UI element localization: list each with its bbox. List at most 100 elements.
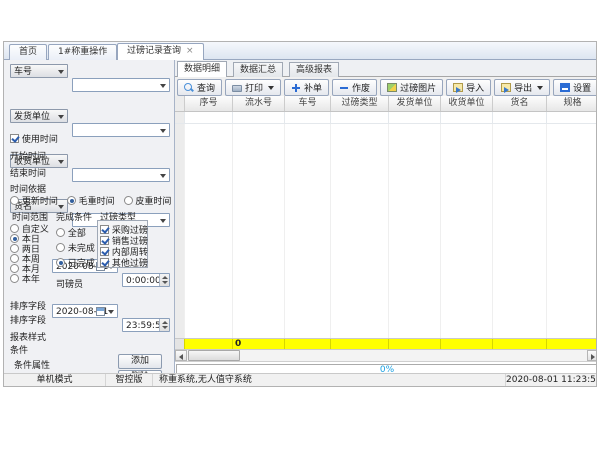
radio-icon [10, 264, 19, 273]
radio-icon [56, 243, 65, 252]
field-filter-1-name-combo[interactable]: 车号 [10, 64, 68, 78]
checkbox-icon [100, 258, 109, 267]
scroll-left-arrow-icon[interactable] [175, 350, 187, 361]
calendar-icon [96, 307, 105, 316]
settings-button[interactable]: 设置 [553, 79, 597, 96]
radio-completed[interactable]: 已完成 [56, 256, 95, 271]
tab-data-summary-label: 数据汇总 [240, 65, 276, 75]
radio-update-time[interactable]: 更新时间 [10, 197, 58, 207]
radio-this-month[interactable]: 本月 [10, 262, 49, 272]
end-date-picker[interactable]: 2020-08-01 [52, 304, 118, 318]
supplement-order-button[interactable]: 补单 [284, 79, 329, 96]
scale-operator-label: 司磅员 [56, 277, 83, 290]
grid-body[interactable] [175, 124, 597, 338]
radio-all[interactable]: 全部 [56, 226, 95, 241]
field-filter-2-name: 发货单位 [14, 111, 50, 123]
radio-incomplete[interactable]: 未完成 [56, 241, 95, 256]
print-button[interactable]: 打印 [225, 79, 281, 96]
search-icon [184, 83, 194, 93]
radio-icon [10, 224, 19, 233]
radio-tare-time-label: 皮重时间 [135, 197, 171, 207]
checkbox-icon [100, 236, 109, 245]
tab-data-detail[interactable]: 数据明细 [177, 61, 227, 77]
horizontal-scrollbar[interactable] [175, 350, 597, 362]
use-time-checkbox-row[interactable]: 使用时间 [10, 132, 58, 145]
checkbox-sales-weigh[interactable]: 销售过磅 [100, 234, 147, 245]
tab-advanced-report[interactable]: 高级报表 [289, 62, 339, 77]
weigh-type-checkbox-group: 采购过磅 销售过磅 内部周转 其他过磅 [97, 220, 148, 268]
data-panel: 数据明细 数据汇总 高级报表 查询 打印 补单 [174, 60, 597, 375]
chevron-down-icon [160, 84, 166, 88]
field-filter-1-value-combo[interactable] [72, 78, 170, 92]
column-header-seq[interactable]: 序号 [185, 96, 233, 111]
chevron-down-icon [58, 70, 64, 74]
chevron-down-icon[interactable] [268, 86, 274, 90]
column-header-flow-no[interactable]: 流水号 [233, 96, 285, 111]
column-header-goods[interactable]: 货名 [493, 96, 547, 111]
tab-weigh-record-query[interactable]: 过磅记录查询 × [117, 43, 204, 60]
add-condition-button[interactable]: 添加 [118, 354, 162, 369]
tab-home-label: 首页 [19, 47, 37, 57]
query-button[interactable]: 查询 [177, 79, 222, 96]
void-button[interactable]: 作废 [332, 79, 377, 96]
condition-section-label: 条件 [10, 343, 28, 356]
field-filter-2-name-combo[interactable]: 发货单位 [10, 109, 68, 123]
column-header-receiver[interactable]: 收货单位 [441, 96, 493, 111]
column-header-weigh-type[interactable]: 过磅类型 [331, 96, 389, 111]
export-button[interactable]: 导出 [494, 79, 550, 96]
radio-tare-time[interactable]: 皮重时间 [124, 197, 172, 207]
status-datetime: 2020-08-01 11:23:57 [506, 374, 597, 386]
use-time-checkbox[interactable] [10, 134, 19, 143]
start-time-label: 开始时间 [10, 149, 46, 162]
printer-icon [232, 85, 242, 92]
checkbox-purchase-weigh[interactable]: 采购过磅 [100, 223, 147, 234]
main-tab-bar: 首页 1#称重操作 过磅记录查询 × [4, 42, 596, 60]
radio-two-days[interactable]: 两日 [10, 242, 49, 252]
column-header-spec[interactable]: 规格 [547, 96, 597, 111]
chevron-down-icon[interactable] [537, 86, 543, 90]
scroll-right-arrow-icon[interactable] [587, 350, 597, 361]
start-time-spinner[interactable]: 0:00:00 [122, 273, 170, 287]
import-icon [453, 83, 463, 92]
checkbox-other-weigh[interactable]: 其他过磅 [100, 256, 147, 267]
radio-gross-time[interactable]: 毛重时间 [67, 197, 115, 207]
close-tab-icon[interactable]: × [186, 46, 194, 56]
column-header-sender[interactable]: 发货单位 [389, 96, 441, 111]
tab-data-summary[interactable]: 数据汇总 [233, 62, 283, 77]
print-button-label: 打印 [245, 81, 263, 94]
spinner-arrows-icon[interactable] [159, 319, 169, 331]
radio-all-label: 全部 [68, 229, 86, 239]
radio-custom[interactable]: 自定义 [10, 222, 49, 232]
column-header-truck-no[interactable]: 车号 [285, 96, 331, 111]
scrollbar-thumb[interactable] [188, 350, 240, 361]
radio-icon [10, 234, 19, 243]
end-time-spinner[interactable]: 23:59:59 [122, 318, 170, 332]
import-button[interactable]: 导入 [446, 79, 491, 96]
tab-weigh-record-query-label: 过磅记录查询 [127, 46, 181, 56]
tab-data-detail-label: 数据明细 [184, 64, 220, 74]
radio-icon [124, 196, 133, 205]
spinner-arrows-icon[interactable] [159, 274, 169, 286]
supplement-order-button-label: 补单 [304, 81, 322, 94]
chevron-down-icon [58, 160, 64, 164]
field-filter-3-value-combo[interactable] [72, 168, 170, 182]
radio-update-time-label: 更新时间 [22, 197, 58, 207]
checkbox-internal-transfer[interactable]: 内部周转 [100, 245, 147, 256]
weigh-image-button[interactable]: 过磅图片 [380, 79, 443, 96]
radio-this-week[interactable]: 本周 [10, 252, 49, 262]
use-time-label: 使用时间 [22, 135, 58, 145]
settings-icon [560, 83, 570, 92]
empty-grid-row[interactable] [175, 112, 597, 124]
status-edition: 智控版 [106, 374, 153, 386]
export-icon [501, 83, 511, 92]
data-toolbar: 查询 打印 补单 作废 过磅图片 导入 [177, 79, 597, 96]
time-range-radio-group: 自定义 本日 两日 本周 本月 本年 [10, 222, 49, 282]
radio-this-year[interactable]: 本年 [10, 272, 49, 282]
sort-order-label: 排序字段 [10, 313, 46, 326]
end-time-label: 结束时间 [10, 166, 46, 179]
chevron-down-icon [108, 310, 114, 314]
field-filter-2-value-combo[interactable] [72, 123, 170, 137]
tab-weighing-operation[interactable]: 1#称重操作 [48, 44, 117, 60]
checkbox-icon [100, 247, 109, 256]
tab-home[interactable]: 首页 [9, 44, 47, 60]
